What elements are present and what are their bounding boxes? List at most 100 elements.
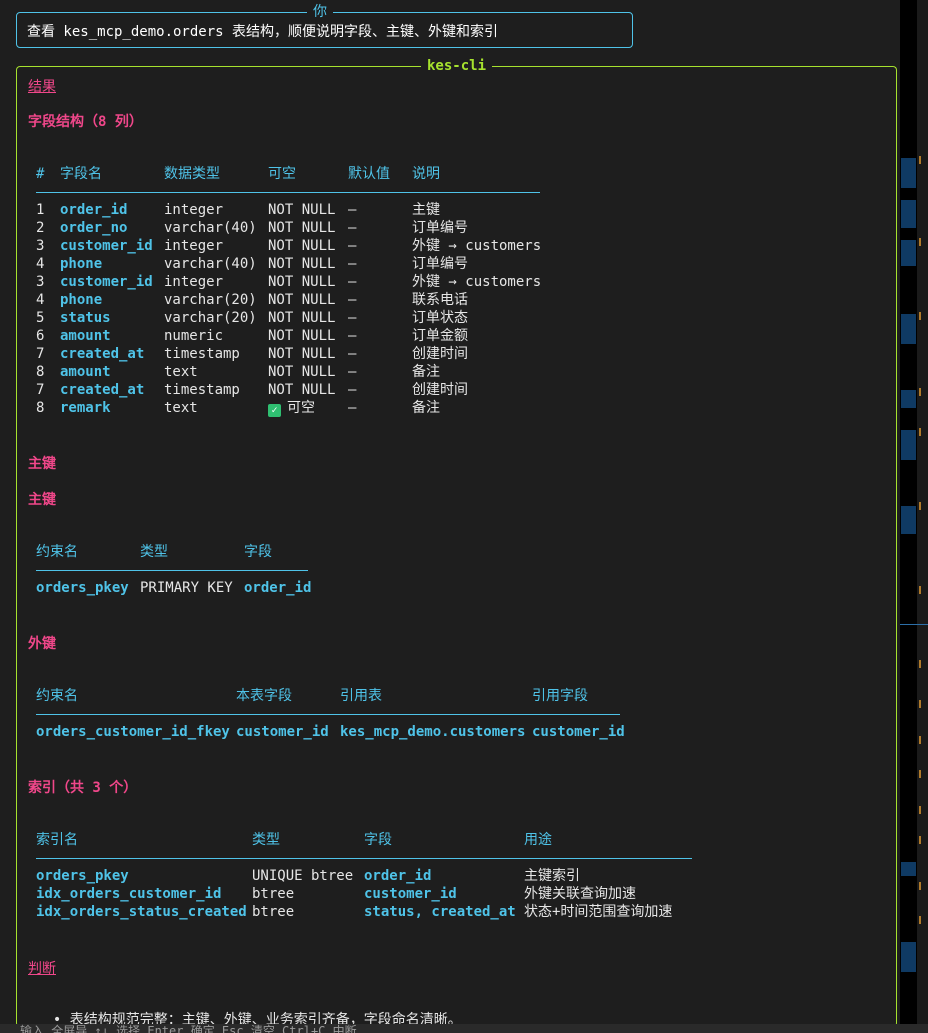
field-name: remark: [60, 400, 111, 416]
field-row: 3 customer_id integer NOT NULL — 外键 → custome…: [36, 273, 556, 291]
fk-field: customer_id: [236, 724, 329, 740]
scroll-marker: [901, 862, 916, 876]
field-default: —: [348, 346, 357, 362]
field-row: 3 customer_id integer NOT NULL — 外键 → custome…: [36, 237, 556, 255]
judgement-heading: 判断: [28, 961, 56, 977]
field-type: varchar(40): [164, 256, 257, 272]
pk-section-title-repeat: 主键: [28, 492, 56, 508]
field-type: varchar(40): [164, 220, 257, 236]
fk-name: orders_customer_id_fkey: [36, 724, 230, 740]
field-row: 1 order_id integer NOT NULL — 主键: [36, 201, 556, 219]
user-prompt-box: 你 查看 kes_mcp_demo.orders 表结构，顺便说明字段、主键、外…: [16, 4, 633, 48]
field-nullable: NOT NULL: [268, 328, 336, 344]
idx-row: orders_pkey UNIQUE btree order_id 主键索引: [36, 867, 706, 885]
pk-name: orders_pkey: [36, 580, 129, 596]
field-row: 4 phone varchar(20) NOT NULL — 联系电话: [36, 291, 556, 309]
idx-section-title: 索引（共 3 个）: [28, 780, 138, 796]
idx-field: customer_id: [364, 886, 457, 902]
field-default: —: [348, 364, 357, 380]
fields-table-header: # 字段名 数据类型 可空 默认值 说明: [36, 165, 546, 183]
idx-field: order_id: [364, 868, 432, 884]
scroll-tick: [919, 836, 921, 844]
field-row: 2 order_no varchar(40) NOT NULL — 订单编号: [36, 219, 556, 237]
field-default: —: [348, 400, 357, 416]
field-name: status: [60, 310, 111, 326]
field-type: varchar(20): [164, 310, 257, 326]
field-nullable: NOT NULL: [268, 346, 336, 362]
idx-use: 主键索引: [524, 868, 580, 884]
fk-col-field: 本表字段: [236, 688, 292, 704]
field-type: text: [164, 400, 198, 416]
scroll-marker: [901, 430, 916, 460]
field-name: phone: [60, 292, 103, 308]
field-name: created_at: [60, 382, 145, 398]
scroll-tick: [919, 700, 921, 708]
scroll-tick: [919, 502, 921, 510]
field-name: amount: [60, 364, 111, 380]
field-num: 4: [36, 256, 45, 272]
scroll-marker: [901, 240, 916, 266]
field-nullable: NOT NULL: [268, 274, 336, 290]
idx-type: btree: [252, 886, 295, 902]
field-name: order_no: [60, 220, 128, 236]
idx-type: UNIQUE btree: [252, 868, 354, 884]
idx-use: 状态+时间范围查询加速: [524, 904, 673, 920]
field-name: customer_id: [60, 238, 153, 254]
field-default: —: [348, 256, 357, 272]
nullable-label: 可空: [287, 400, 315, 416]
field-nullable: NOT NULL: [268, 202, 336, 218]
field-nullable: NOT NULL: [268, 382, 336, 398]
field-default: —: [348, 292, 357, 308]
fk-col-ref-field: 引用字段: [532, 688, 588, 704]
field-row: 8 remark text ✓ 可空 — 备注: [36, 399, 556, 417]
user-prompt-legend: 你: [307, 4, 333, 20]
scroll-marker: [901, 158, 916, 188]
field-name: phone: [60, 256, 103, 272]
idx-row: idx_orders_status_created btree status, cr…: [36, 903, 706, 921]
field-desc: 创建时间: [412, 382, 468, 398]
idx-use: 外键关联查询加速: [524, 886, 636, 902]
scroll-tick: [919, 156, 921, 164]
scroll-tick: [919, 916, 921, 924]
field-num: 6: [36, 328, 45, 344]
col-header-nullable: 可空: [268, 166, 296, 182]
scroll-marker: [901, 390, 916, 408]
idx-row: idx_orders_customer_id btree customer_id 外键…: [36, 885, 706, 903]
field-default: —: [348, 382, 357, 398]
pk-col-type: 类型: [140, 544, 168, 560]
scroll-tick: [919, 660, 921, 668]
scrollbar-edge: [917, 0, 928, 1024]
user-prompt-text: 查看 kes_mcp_demo.orders 表结构，顺便说明字段、主键、外键和…: [27, 24, 499, 40]
fk-table-rule: [36, 714, 620, 715]
fk-col-ref-table: 引用表: [340, 688, 382, 704]
field-nullable: NOT NULL: [268, 238, 336, 254]
field-type: integer: [164, 238, 224, 254]
field-desc: 联系电话: [412, 292, 468, 308]
field-nullable: NOT NULL: [268, 310, 336, 326]
field-num: 7: [36, 346, 45, 362]
field-desc: 创建时间: [412, 346, 468, 362]
field-type: varchar(20): [164, 292, 257, 308]
field-desc: 订单状态: [412, 310, 468, 326]
scroll-tick: [919, 806, 921, 814]
field-name: customer_id: [60, 274, 153, 290]
field-num: 3: [36, 238, 45, 254]
field-row: 7 created_at timestamp NOT NULL — 创建时间: [36, 345, 556, 363]
fk-table-header: 约束名 本表字段 引用表 引用字段: [36, 687, 626, 705]
fields-section-title: 字段结构（8 列）: [28, 114, 143, 130]
fk-section-title: 外键: [28, 636, 56, 652]
field-num: 7: [36, 382, 45, 398]
field-desc: 外键 → customers: [412, 238, 542, 254]
idx-col-name: 索引名: [36, 832, 78, 848]
field-num: 1: [36, 202, 45, 218]
field-row: 5 status varchar(20) NOT NULL — 订单状态: [36, 309, 556, 327]
field-num: 4: [36, 292, 45, 308]
field-nullable: NOT NULL: [268, 256, 336, 272]
field-desc: 订单编号: [412, 220, 468, 236]
field-nullable: NOT NULL: [268, 220, 336, 236]
scroll-marker: [901, 200, 916, 228]
field-desc: 外键 → customers: [412, 274, 542, 290]
field-num: 2: [36, 220, 45, 236]
pk-table-row: orders_pkey PRIMARY KEY order_id: [36, 579, 316, 597]
scroll-tick: [919, 238, 921, 246]
